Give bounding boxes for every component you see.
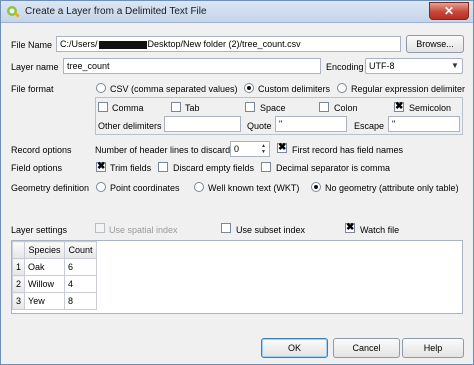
field-options-label: Field options bbox=[11, 163, 63, 173]
column-header-count[interactable]: Count bbox=[64, 241, 98, 259]
column-header-species[interactable]: Species bbox=[24, 241, 66, 259]
preview-grid: Species Count 1 Oak 6 2 Willow 4 3 Yew 8 bbox=[11, 241, 98, 310]
close-icon: ✕ bbox=[443, 4, 455, 18]
spatial-index-checkbox[interactable] bbox=[95, 223, 105, 233]
geometry-definition-label: Geometry definition bbox=[11, 183, 90, 193]
ok-button[interactable]: OK bbox=[261, 338, 328, 358]
check-mark-icon: ✖ bbox=[395, 101, 404, 112]
check-mark-icon: ✖ bbox=[97, 161, 106, 172]
first-record-label: First record has field names bbox=[292, 145, 404, 155]
radio-point-coordinates-label: Point coordinates bbox=[110, 183, 180, 193]
spin-arrows-icon: ▲ ▼ bbox=[261, 143, 266, 155]
colon-label: Colon bbox=[334, 103, 358, 113]
spatial-index-label: Use spatial index bbox=[109, 225, 178, 235]
table-cell: 6 bbox=[64, 258, 98, 276]
tab-label: Tab bbox=[185, 103, 200, 113]
file-name-input[interactable]: C:/Users/Desktop/New folder (2)/tree_cou… bbox=[56, 36, 401, 52]
corner-cell bbox=[11, 241, 26, 259]
space-checkbox[interactable] bbox=[245, 102, 255, 112]
watch-file-label: Watch file bbox=[360, 225, 400, 235]
radio-regex-label: Regular expression delimiter bbox=[351, 84, 466, 94]
other-delimiters-label: Other delimiters bbox=[98, 121, 162, 131]
preview-table[interactable]: Species Count 1 Oak 6 2 Willow 4 3 Yew 8 bbox=[11, 240, 463, 314]
table-cell: 4 bbox=[64, 275, 98, 293]
trim-fields-checkbox[interactable]: ✖ bbox=[96, 162, 106, 172]
check-mark-icon: ✖ bbox=[278, 142, 287, 153]
discard-empty-label: Discard empty fields bbox=[173, 163, 255, 173]
decimal-comma-checkbox[interactable] bbox=[261, 162, 271, 172]
radio-regex[interactable] bbox=[337, 83, 347, 93]
row-number: 3 bbox=[11, 292, 26, 310]
semicolon-checkbox[interactable]: ✖ bbox=[394, 102, 404, 112]
file-path-prefix: C:/Users/ bbox=[60, 39, 98, 49]
window-title: Create a Layer from a Delimited Text Fil… bbox=[25, 6, 207, 17]
table-cell: Yew bbox=[24, 292, 66, 310]
table-row[interactable]: 2 Willow 4 bbox=[11, 275, 98, 293]
header-lines-value: 0 bbox=[234, 144, 240, 154]
table-row[interactable]: 1 Oak 6 bbox=[11, 258, 98, 276]
table-row[interactable]: 3 Yew 8 bbox=[11, 292, 98, 310]
table-cell: Willow bbox=[24, 275, 66, 293]
subset-index-label: Use subset index bbox=[236, 225, 306, 235]
close-button[interactable]: ✕ bbox=[429, 2, 469, 20]
table-cell: Oak bbox=[24, 258, 66, 276]
radio-no-geometry-label: No geometry (attribute only table) bbox=[325, 183, 459, 193]
watch-file-checkbox[interactable]: ✖ bbox=[345, 223, 355, 233]
chevron-down-icon: ▼ bbox=[451, 61, 459, 70]
first-record-checkbox[interactable]: ✖ bbox=[277, 143, 287, 153]
check-mark-icon: ✖ bbox=[346, 222, 355, 233]
table-header-row: Species Count bbox=[11, 241, 98, 259]
quote-label: Quote bbox=[247, 121, 272, 131]
redacted-username bbox=[98, 40, 147, 49]
row-number: 2 bbox=[11, 275, 26, 293]
qgis-logo-icon bbox=[7, 6, 20, 18]
encoding-value: UTF-8 bbox=[369, 61, 395, 71]
subset-index-checkbox[interactable] bbox=[221, 223, 231, 233]
record-options-label: Record options bbox=[11, 145, 72, 155]
quote-input[interactable]: " bbox=[275, 116, 347, 132]
decimal-comma-label: Decimal separator is comma bbox=[276, 163, 391, 173]
trim-fields-label: Trim fields bbox=[110, 163, 152, 173]
radio-wkt-label: Well known text (WKT) bbox=[208, 183, 300, 193]
browse-button[interactable]: Browse... bbox=[406, 35, 464, 53]
encoding-label: Encoding bbox=[326, 62, 364, 72]
escape-input[interactable]: " bbox=[388, 116, 460, 132]
cancel-button[interactable]: Cancel bbox=[333, 338, 400, 358]
file-name-label: File Name bbox=[11, 40, 53, 50]
layer-name-label: Layer name bbox=[11, 62, 59, 72]
comma-label: Comma bbox=[112, 103, 144, 113]
row-number: 1 bbox=[11, 258, 26, 276]
colon-checkbox[interactable] bbox=[319, 102, 329, 112]
layer-settings-label: Layer settings bbox=[11, 225, 68, 235]
semicolon-label: Semicolon bbox=[409, 103, 452, 113]
header-lines-label: Number of header lines to discard bbox=[95, 145, 231, 155]
escape-label: Escape bbox=[354, 121, 385, 131]
radio-custom-delimiters-label: Custom delimiters bbox=[258, 84, 331, 94]
radio-csv-label: CSV (comma separated values) bbox=[110, 84, 238, 94]
header-lines-spinbox[interactable]: 0 ▲ ▼ bbox=[230, 141, 270, 157]
radio-wkt[interactable] bbox=[194, 182, 204, 192]
layer-name-input[interactable]: tree_count bbox=[63, 58, 321, 74]
dialog-window: Create a Layer from a Delimited Text Fil… bbox=[0, 0, 474, 365]
radio-custom-delimiters[interactable] bbox=[244, 83, 254, 93]
discard-empty-checkbox[interactable] bbox=[158, 162, 168, 172]
tab-checkbox[interactable] bbox=[171, 102, 181, 112]
comma-checkbox[interactable] bbox=[98, 102, 108, 112]
title-bar: Create a Layer from a Delimited Text Fil… bbox=[1, 1, 473, 23]
encoding-select[interactable]: UTF-8 ▼ bbox=[365, 58, 463, 74]
file-format-label: File format bbox=[11, 84, 54, 94]
space-label: Space bbox=[260, 103, 286, 113]
help-button[interactable]: Help bbox=[402, 338, 464, 358]
file-path-suffix: Desktop/New folder (2)/tree_count.csv bbox=[147, 39, 301, 49]
other-delimiters-input[interactable] bbox=[164, 116, 241, 132]
table-cell: 8 bbox=[64, 292, 98, 310]
radio-point-coordinates[interactable] bbox=[96, 182, 106, 192]
radio-no-geometry[interactable] bbox=[311, 182, 321, 192]
radio-csv[interactable] bbox=[96, 83, 106, 93]
